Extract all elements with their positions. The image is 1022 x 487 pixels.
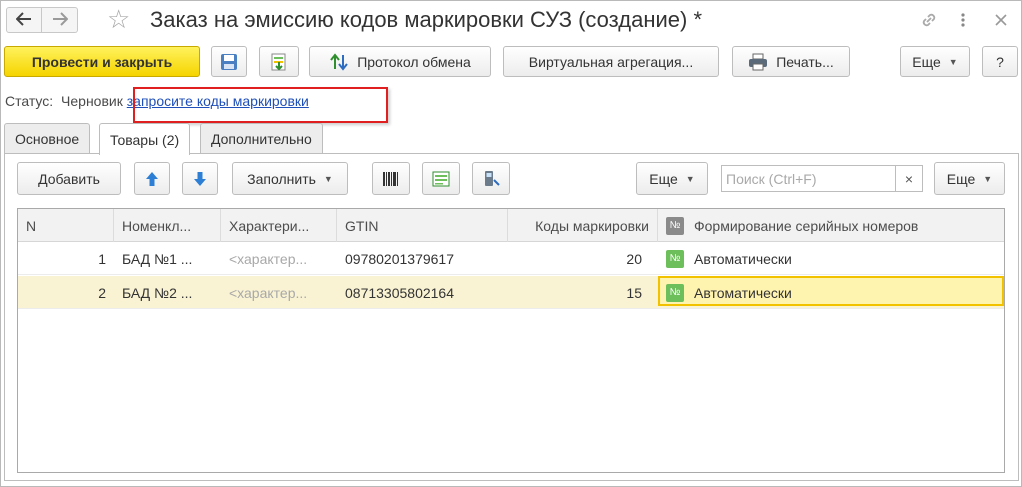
goods-more2-button[interactable]: Еще ▼ xyxy=(934,162,1005,195)
save-button[interactable] xyxy=(211,46,247,77)
cell-codes: 15 xyxy=(626,284,642,301)
more-button[interactable]: Еще ▼ xyxy=(900,46,970,77)
status-label: Статус: xyxy=(5,93,54,109)
star-icon[interactable]: ☆ xyxy=(107,5,130,33)
more-vertical-icon[interactable] xyxy=(951,8,975,32)
number-badge-icon: № xyxy=(666,216,684,235)
barcode-icon xyxy=(381,170,401,188)
search-field[interactable]: × xyxy=(721,165,923,192)
scanner-button[interactable] xyxy=(472,162,510,195)
cell-n: 1 xyxy=(98,250,106,267)
highlight-frame xyxy=(133,87,388,123)
chevron-down-icon: ▼ xyxy=(685,173,695,184)
cell-n: 2 xyxy=(98,284,106,301)
tab-additional-label: Дополнительно xyxy=(211,131,312,147)
column-header-characteristic[interactable]: Характери... xyxy=(221,209,337,242)
save-icon xyxy=(220,53,238,71)
barcode-button[interactable] xyxy=(372,162,410,195)
title-bar: ☆ Заказ на эмиссию кодов маркировки СУЗ … xyxy=(1,1,1021,39)
post-and-close-label: Провести и закрыть xyxy=(31,53,173,70)
cell-gtin: 08713305802164 xyxy=(345,284,455,301)
number-badge-icon: № xyxy=(666,283,684,302)
column-header-codes[interactable]: Коды маркировки xyxy=(508,209,658,242)
back-button[interactable] xyxy=(6,7,42,33)
virtual-aggregation-button[interactable]: Виртуальная агрегация... xyxy=(503,46,719,77)
arrow-right-icon xyxy=(52,10,68,31)
help-label: ? xyxy=(996,53,1004,70)
goods-more-button[interactable]: Еще ▼ xyxy=(636,162,708,195)
page-title: Заказ на эмиссию кодов маркировки СУЗ (с… xyxy=(150,7,703,32)
tab-goods-label: Товары (2) xyxy=(110,131,180,148)
chevron-down-icon: ▼ xyxy=(948,56,958,67)
clear-search-button[interactable]: × xyxy=(895,166,922,191)
printer-icon xyxy=(748,53,768,71)
link-icon[interactable] xyxy=(917,8,941,32)
add-label: Добавить xyxy=(38,170,100,187)
goods-more-label: Еще xyxy=(649,170,678,187)
arrow-down-icon xyxy=(193,171,207,187)
number-badge-icon: № xyxy=(666,249,684,268)
cell-gtin: 09780201379617 xyxy=(345,250,455,267)
tab-main[interactable]: Основное xyxy=(4,123,91,154)
cell-item: БАД №2 ... xyxy=(122,284,193,301)
tab-goods[interactable]: Товары (2) xyxy=(99,123,191,155)
column-header-n[interactable]: N xyxy=(18,209,114,242)
status-value: Черновик xyxy=(61,93,123,109)
search-input[interactable] xyxy=(722,166,896,191)
cell-codes: 20 xyxy=(626,250,642,267)
cell-characteristic: <характер... xyxy=(229,250,308,267)
goods-table[interactable]: N Номенкл... Характери... GTIN Коды марк… xyxy=(17,208,1005,473)
cell-serial-value: Автоматически xyxy=(694,284,792,301)
post-document-icon xyxy=(269,52,289,72)
close-icon[interactable] xyxy=(989,8,1013,32)
exchange-icon xyxy=(329,52,349,71)
exchange-protocol-label: Протокол обмена xyxy=(357,53,471,70)
post-and-close-button[interactable]: Провести и закрыть xyxy=(4,46,200,77)
tab-additional[interactable]: Дополнительно xyxy=(200,123,323,154)
cell-item: БАД №1 ... xyxy=(122,250,193,267)
column-header-serial[interactable]: № Формирование серийных номеров xyxy=(658,209,1004,242)
tab-main-label: Основное xyxy=(15,131,80,147)
move-up-button[interactable] xyxy=(134,162,170,195)
chevron-down-icon: ▼ xyxy=(323,173,333,184)
exchange-protocol-button[interactable]: Протокол обмена xyxy=(309,46,491,77)
cell-serial[interactable]: № Автоматически xyxy=(658,276,1004,309)
cell-serial-value: Автоматически xyxy=(694,250,792,267)
fill-label: Заполнить xyxy=(247,170,316,187)
select-icon xyxy=(431,170,451,188)
more-label: Еще xyxy=(912,53,941,70)
table-header: N Номенкл... Характери... GTIN Коды марк… xyxy=(18,209,1004,242)
arrow-up-icon xyxy=(145,171,159,187)
select-button[interactable] xyxy=(422,162,460,195)
table-row-selected[interactable]: 2 БАД №2 ... <характер... 08713305802164… xyxy=(18,276,1004,309)
column-header-serial-label: Формирование серийных номеров xyxy=(694,217,919,234)
help-button[interactable]: ? xyxy=(982,46,1018,77)
arrow-left-icon xyxy=(15,10,32,31)
chevron-down-icon: ▼ xyxy=(983,173,993,184)
add-button[interactable]: Добавить xyxy=(17,162,121,195)
table-row[interactable]: 1 БАД №1 ... <характер... 09780201379617… xyxy=(18,242,1004,275)
column-header-item[interactable]: Номенкл... xyxy=(114,209,221,242)
cell-characteristic: <характер... xyxy=(229,284,308,301)
post-button[interactable] xyxy=(259,46,299,77)
fill-button[interactable]: Заполнить ▼ xyxy=(232,162,348,195)
print-button[interactable]: Печать... xyxy=(732,46,850,77)
document-window: ☆ Заказ на эмиссию кодов маркировки СУЗ … xyxy=(0,0,1022,487)
cell-serial: № Автоматически xyxy=(658,242,1004,275)
print-label: Печать... xyxy=(776,53,834,70)
move-down-button[interactable] xyxy=(182,162,218,195)
scanner-icon xyxy=(481,170,501,188)
column-header-gtin[interactable]: GTIN xyxy=(337,209,508,242)
goods-more2-label: Еще xyxy=(946,170,976,187)
virtual-aggregation-label: Виртуальная агрегация... xyxy=(528,53,694,70)
forward-button[interactable] xyxy=(42,7,78,33)
